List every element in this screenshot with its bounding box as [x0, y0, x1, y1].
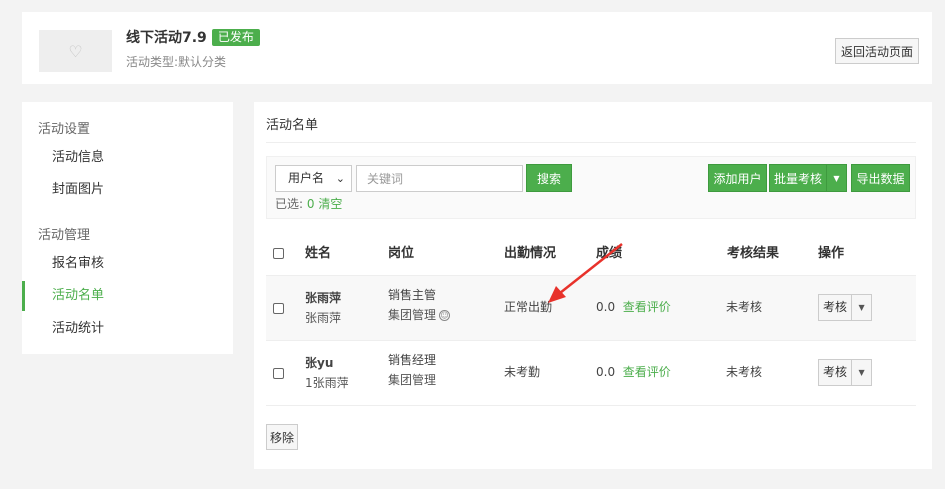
caret-down-icon: ▼: [858, 368, 865, 377]
keyword-input[interactable]: [356, 165, 523, 192]
sidebar-item-activity-list[interactable]: 活动名单: [22, 281, 233, 311]
caret-down-icon: ▼: [833, 173, 840, 183]
chevron-down-icon: ⌄: [335, 172, 345, 185]
select-all-checkbox[interactable]: [273, 248, 284, 259]
row-checkbox[interactable]: [273, 303, 284, 314]
search-button[interactable]: 搜索: [526, 164, 572, 192]
review-dropdown-button[interactable]: ▼: [852, 359, 873, 386]
column-header-actions: 操作: [818, 246, 845, 261]
title-divider: [266, 142, 916, 143]
activity-type: 活动类型:默认分类: [126, 55, 227, 69]
caret-down-icon: ▼: [858, 303, 865, 312]
view-evaluation-link[interactable]: 查看评价: [623, 365, 671, 379]
review-split-button: 考核 ▼: [818, 359, 873, 386]
selection-info: 已选: 0 清空: [275, 197, 343, 211]
sidebar-item-cover-image[interactable]: 封面图片: [22, 175, 233, 205]
status-badge: 已发布: [211, 28, 260, 46]
sidebar-item-activity-stats[interactable]: 活动统计: [22, 314, 233, 344]
remove-button[interactable]: 移除: [266, 424, 299, 450]
sidebar-group-management: 活动管理: [38, 228, 91, 243]
clear-selection-link[interactable]: 清空: [318, 197, 342, 211]
review-button[interactable]: 考核: [818, 359, 853, 386]
result-cell: 未考核: [726, 365, 763, 379]
main-panel: 活动名单 用户名 ⌄ 搜索 添加用户 批量考核 ▼ 导出数据 已选: 0 清空 …: [254, 102, 932, 469]
view-evaluation-link[interactable]: 查看评价: [623, 300, 671, 314]
name-cell: 张雨萍 张雨萍: [305, 291, 342, 325]
info-smile-icon[interactable]: ☺: [439, 310, 451, 321]
table-bottom-border: [266, 405, 916, 406]
sidebar-item-registration-review[interactable]: 报名审核: [22, 249, 233, 279]
row-checkbox[interactable]: [273, 368, 284, 379]
activity-title: 线下活动7.9 已发布: [126, 27, 260, 47]
score-cell: 0.0 查看评价: [596, 365, 671, 379]
score-cell: 0.0 查看评价: [596, 300, 671, 314]
search-field-select[interactable]: 用户名 ⌄: [275, 165, 352, 192]
position-cell: 销售主管 集团管理 ☺: [388, 288, 451, 322]
export-data-button[interactable]: 导出数据: [851, 164, 910, 192]
column-header-score: 成绩: [596, 246, 623, 261]
add-user-button[interactable]: 添加用户: [708, 164, 767, 192]
column-header-attendance: 出勤情况: [504, 246, 557, 261]
position-cell: 销售经理 集团管理: [388, 353, 437, 387]
bulk-review-button[interactable]: 批量考核: [769, 164, 827, 192]
back-to-activity-button[interactable]: 返回活动页面: [834, 38, 919, 64]
sidebar: 活动设置 活动信息 封面图片 活动管理 报名审核 活动名单 活动统计: [22, 102, 233, 354]
filter-toolbar: 用户名 ⌄ 搜索 添加用户 批量考核 ▼ 导出数据 已选: 0 清空: [266, 156, 916, 219]
column-header-name: 姓名: [305, 246, 332, 261]
sidebar-group-settings: 活动设置: [38, 122, 91, 137]
attendance-cell: 未考勤: [504, 365, 541, 379]
review-dropdown-button[interactable]: ▼: [852, 294, 873, 321]
name-cell: 张yu 1张雨萍: [305, 356, 349, 390]
attendance-cell: 正常出勤: [504, 300, 553, 314]
activity-thumbnail: ♡: [39, 30, 112, 72]
column-header-result: 考核结果: [727, 246, 780, 261]
table-row: 张yu 1张雨萍 销售经理 集团管理 未考勤 0.0 查看评价 未考核 考核 ▼: [266, 340, 916, 405]
selected-count: 0: [306, 197, 315, 211]
review-split-button: 考核 ▼: [818, 294, 873, 321]
result-cell: 未考核: [726, 300, 763, 314]
heart-icon: ♡: [68, 41, 83, 61]
sidebar-item-activity-info[interactable]: 活动信息: [22, 143, 233, 173]
bulk-review-dropdown-button[interactable]: ▼: [826, 164, 847, 192]
activity-header: ♡ 线下活动7.9 已发布 活动类型:默认分类 返回活动页面: [22, 12, 932, 84]
page-title: 活动名单: [266, 118, 319, 133]
column-header-position: 岗位: [388, 246, 415, 261]
review-button[interactable]: 考核: [818, 294, 853, 321]
table-row: 张雨萍 张雨萍 销售主管 集团管理 ☺ 正常出勤 0.0 查看评价 未考核 考核 …: [266, 275, 916, 340]
